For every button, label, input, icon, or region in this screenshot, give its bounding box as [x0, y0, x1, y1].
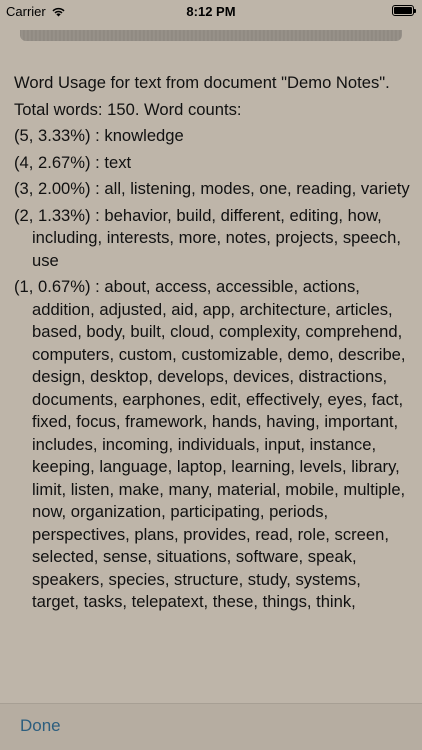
word-count-entry: (1, 0.67%) : about, access, accessible, …	[14, 276, 412, 614]
word-count-entry: (5, 3.33%) : knowledge	[14, 125, 412, 148]
entry-words: all, listening, modes, one, reading, var…	[104, 179, 410, 198]
entry-count: (5, 3.33%)	[14, 126, 91, 145]
entry-count: (4, 2.67%)	[14, 152, 91, 172]
entry-separator: :	[90, 277, 105, 296]
battery-icon	[392, 5, 416, 16]
entry-separator: :	[90, 126, 105, 145]
status-time: 8:12 PM	[186, 4, 236, 19]
entry-count: (3, 2.00%)	[14, 179, 91, 198]
report-summary: Total words: 150. Word counts:	[14, 99, 242, 119]
entry-words: knowledge	[104, 126, 184, 145]
entry-count: (2, 1.33%)	[14, 205, 91, 225]
word-usage-report[interactable]: Word Usage for text from document "Demo …	[14, 72, 412, 694]
report-heading: Word Usage for text from document "Demo …	[14, 73, 390, 92]
entry-separator: :	[90, 205, 105, 225]
status-bar: Carrier 8:12 PM	[0, 0, 422, 22]
entry-words: about, access, accessible, actions, addi…	[32, 277, 406, 611]
word-count-entry: (3, 2.00%) : all, listening, modes, one,…	[14, 178, 412, 201]
entry-words: text	[104, 152, 132, 172]
bottom-toolbar: Done	[0, 703, 422, 750]
entry-separator: :	[90, 179, 105, 198]
word-count-entry: (2, 1.33%) : behavior, build, different,…	[14, 205, 412, 273]
entry-separator: :	[90, 152, 105, 172]
sheet-header-edge	[20, 30, 402, 41]
word-count-entry: (4, 2.67%) : text	[14, 152, 412, 175]
done-button[interactable]: Done	[20, 716, 61, 736]
entry-count: (1, 0.67%)	[14, 277, 91, 296]
